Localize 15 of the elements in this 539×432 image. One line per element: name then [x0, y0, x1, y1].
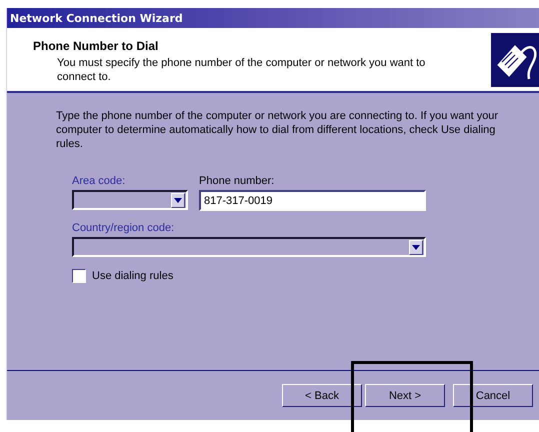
- area-code-dropdown[interactable]: [72, 190, 188, 210]
- country-code-dropdown[interactable]: [72, 237, 426, 257]
- page-subtitle: You must specify the phone number of the computer or network you want to connect to.: [56, 56, 426, 84]
- wizard-button[interactable]: < Back: [282, 384, 362, 407]
- area-code-label: Area code:: [72, 175, 126, 187]
- checkbox-label[interactable]: Use dialing rules: [92, 270, 174, 282]
- instructions-text: Type the phone number of the computer or network you are connecting to. If you want your computer to determine automatically how to dial from different locations, check Use dialing rules.: [56, 109, 500, 151]
- wizard-button[interactable]: Cancel: [453, 384, 533, 407]
- checkbox[interactable]: [72, 269, 86, 283]
- phone-number-field[interactable]: 817-317-0019: [199, 190, 426, 211]
- page-title: Phone Number to Dial: [33, 39, 160, 53]
- phone-number-label: Phone number:: [199, 175, 276, 187]
- wizard-button[interactable]: Next >: [365, 384, 445, 407]
- country-code-label: Country/region code:: [72, 222, 176, 234]
- window-title: Network Connection Wizard: [10, 12, 183, 24]
